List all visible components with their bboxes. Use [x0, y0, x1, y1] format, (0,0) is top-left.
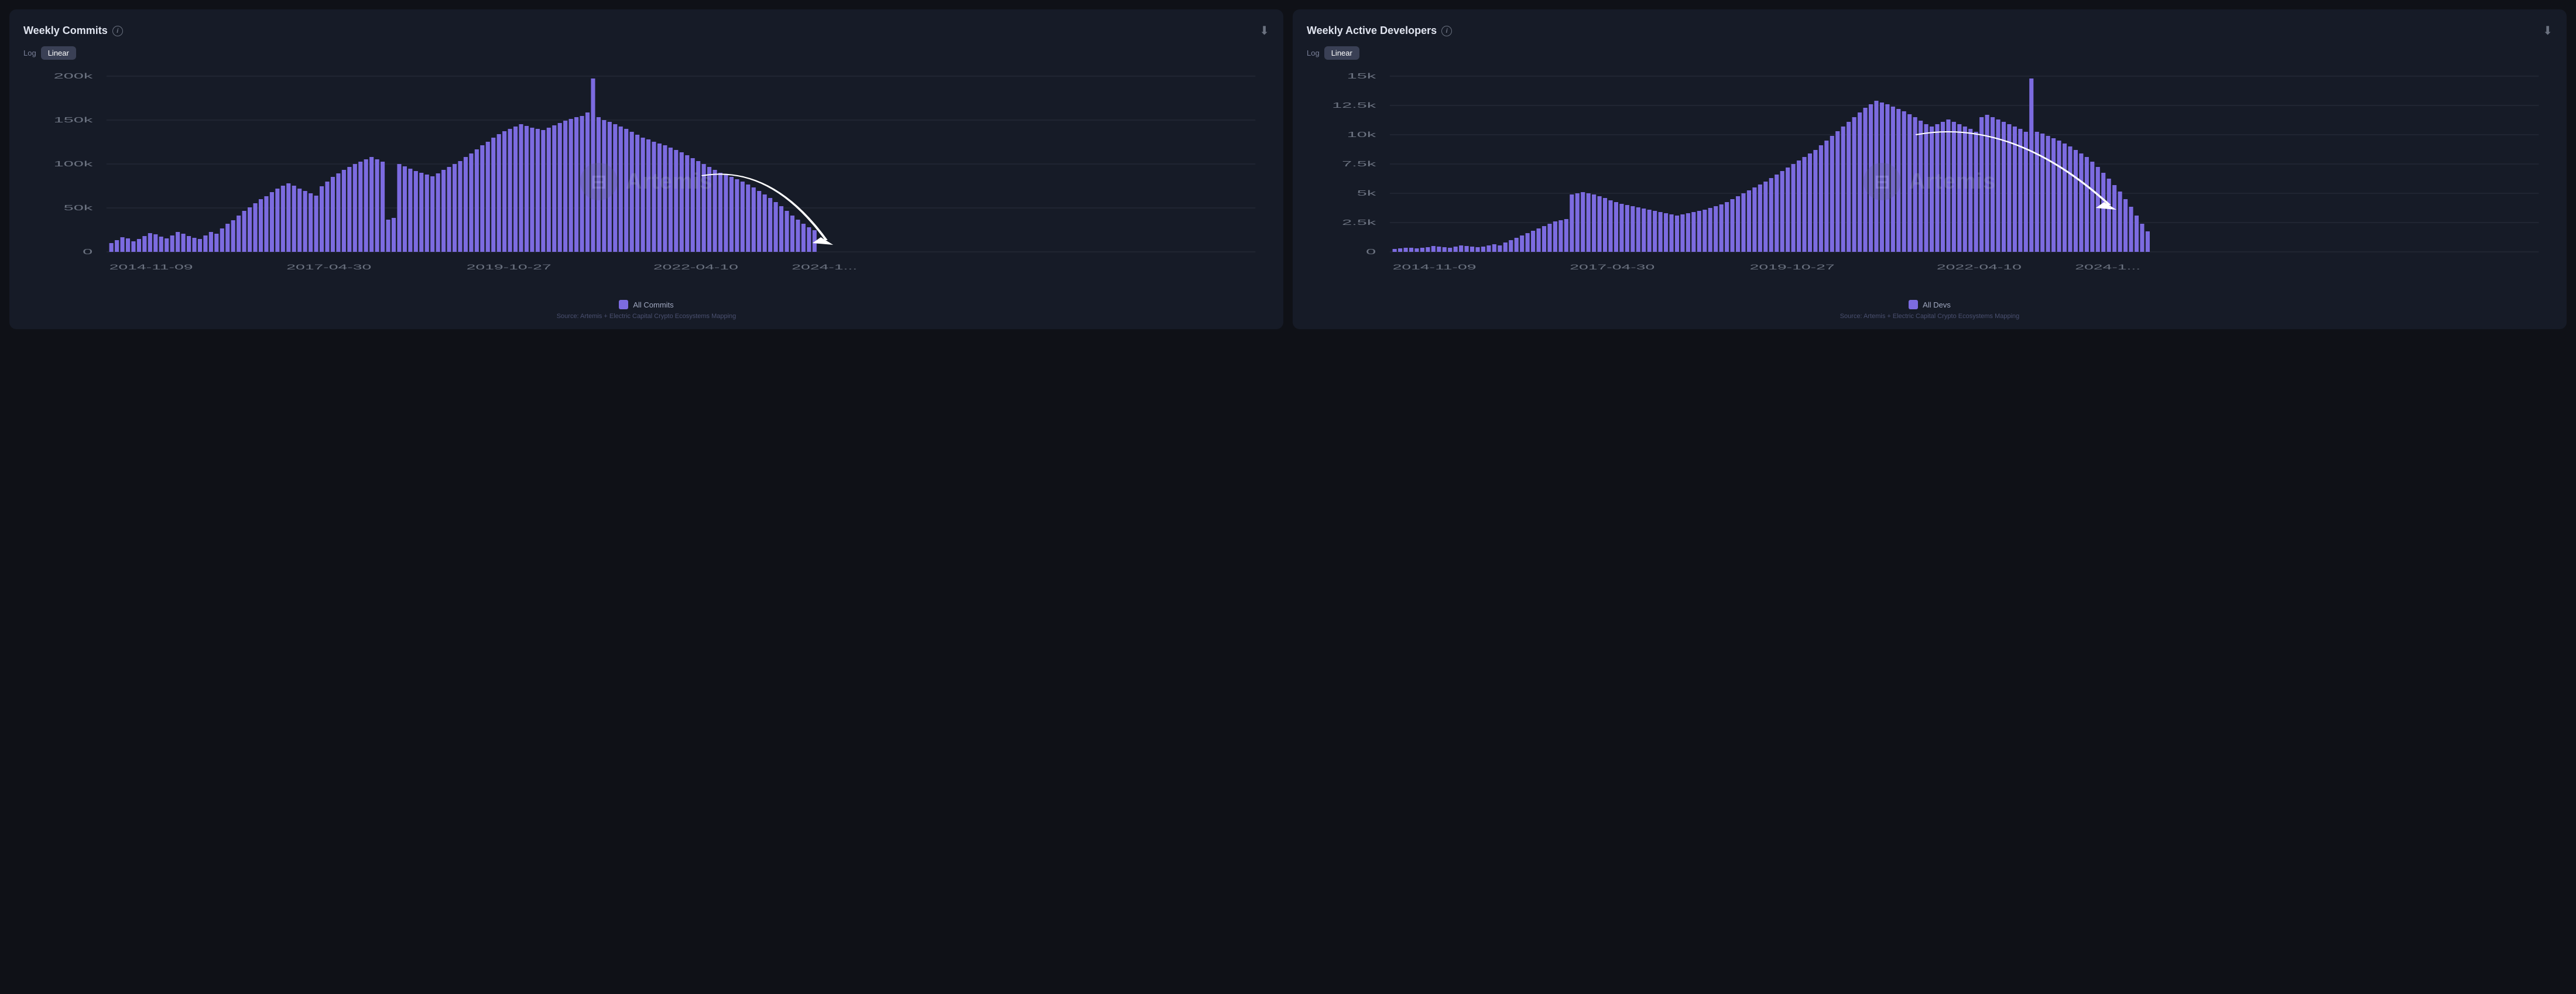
- panel-header-commits: Weekly Commits i ⬇: [23, 23, 1269, 38]
- svg-text:150k: 150k: [54, 115, 93, 124]
- svg-text:50k: 50k: [64, 203, 93, 211]
- svg-text:12.5k: 12.5k: [1332, 101, 1376, 109]
- svg-text:2022-04-10: 2022-04-10: [1937, 263, 2022, 271]
- weekly-commits-title: Weekly Commits: [23, 25, 108, 37]
- legend-label-devs: All Devs: [1923, 300, 1951, 309]
- svg-text:2014-11-09: 2014-11-09: [109, 263, 193, 271]
- svg-text:0: 0: [1366, 247, 1376, 255]
- info-icon-commits[interactable]: i: [112, 26, 123, 36]
- linear-btn-devs[interactable]: Linear: [1324, 46, 1359, 60]
- svg-text:100k: 100k: [54, 159, 93, 168]
- svg-text:2024-1...: 2024-1...: [792, 263, 857, 271]
- log-label-commits: Log: [23, 49, 36, 57]
- svg-text:2022-04-10: 2022-04-10: [653, 263, 738, 271]
- download-icon-commits[interactable]: ⬇: [1259, 23, 1269, 38]
- svg-text:10k: 10k: [1347, 130, 1376, 138]
- linear-btn-commits[interactable]: Linear: [41, 46, 76, 60]
- svg-text:0: 0: [83, 247, 93, 255]
- legend-devs: All Devs: [1307, 300, 2553, 309]
- svg-text:2019-10-27: 2019-10-27: [467, 263, 551, 271]
- panel-header-devs: Weekly Active Developers i ⬇: [1307, 23, 2553, 38]
- chart-svg-devs: 15k 12.5k 10k 7.5k 5k 2.5k 0: [1307, 70, 2553, 293]
- svg-text:15k: 15k: [1347, 71, 1376, 80]
- chart-source-devs: Source: Artemis + Electric Capital Crypt…: [1307, 313, 2553, 320]
- chart-area-devs: 15k 12.5k 10k 7.5k 5k 2.5k 0: [1307, 70, 2553, 293]
- svg-text:7.5k: 7.5k: [1342, 159, 1376, 168]
- chart-area-commits: 200k 150k 100k 50k 0: [23, 70, 1269, 293]
- weekly-commits-panel: Weekly Commits i ⬇ Log Linear 200k 150k …: [9, 9, 1283, 329]
- svg-text:2019-10-27: 2019-10-27: [1750, 263, 1835, 271]
- svg-text:5k: 5k: [1357, 189, 1376, 197]
- weekly-devs-title: Weekly Active Developers: [1307, 25, 1437, 37]
- legend-swatch-devs: [1909, 300, 1918, 309]
- chart-source-commits: Source: Artemis + Electric Capital Crypt…: [23, 313, 1269, 320]
- panel-title-devs: Weekly Active Developers i: [1307, 25, 1452, 37]
- svg-text:2017-04-30: 2017-04-30: [1570, 263, 1654, 271]
- svg-text:2024-1...: 2024-1...: [2075, 263, 2140, 271]
- info-icon-devs[interactable]: i: [1441, 26, 1452, 36]
- weekly-devs-panel: Weekly Active Developers i ⬇ Log Linear …: [1293, 9, 2567, 329]
- chart-svg-commits: 200k 150k 100k 50k 0: [23, 70, 1269, 293]
- svg-text:200k: 200k: [54, 71, 93, 80]
- legend-swatch-commits: [619, 300, 628, 309]
- panel-title-commits: Weekly Commits i: [23, 25, 123, 37]
- legend-label-commits: All Commits: [633, 300, 673, 309]
- toggle-row-devs: Log Linear: [1307, 46, 2553, 60]
- svg-text:2.5k: 2.5k: [1342, 218, 1376, 226]
- log-label-devs: Log: [1307, 49, 1320, 57]
- download-icon-devs[interactable]: ⬇: [2543, 23, 2553, 38]
- svg-text:2014-11-09: 2014-11-09: [1393, 263, 1477, 271]
- legend-commits: All Commits: [23, 300, 1269, 309]
- toggle-row-commits: Log Linear: [23, 46, 1269, 60]
- svg-text:2017-04-30: 2017-04-30: [286, 263, 371, 271]
